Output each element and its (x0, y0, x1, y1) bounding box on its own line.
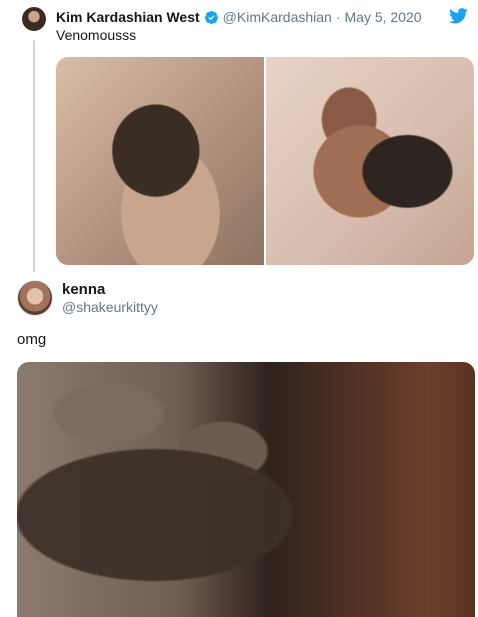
quoted-tweet-header: Kim Kardashian West @KimKardashian · May… (56, 8, 422, 26)
reply-author-handle[interactable]: @shakeurkittyy (62, 299, 158, 315)
header-separator: · (335, 9, 341, 25)
thread-connector-line (33, 40, 35, 272)
reply-author-name[interactable]: kenna (62, 281, 105, 298)
quoted-tweet-media[interactable] (56, 57, 474, 265)
media-photo[interactable] (266, 57, 474, 265)
quoted-author-avatar[interactable] (22, 7, 46, 31)
reply-media-photo[interactable] (17, 362, 475, 617)
quoted-author-handle[interactable]: @KimKardashian (223, 9, 332, 25)
verified-badge-icon (204, 10, 218, 24)
quoted-tweet-date[interactable]: May 5, 2020 (345, 9, 422, 25)
quoted-author-name[interactable]: Kim Kardashian West (56, 9, 200, 25)
twitter-bird-icon[interactable] (449, 8, 468, 24)
quoted-tweet-text: Venomousss (56, 27, 137, 43)
reply-text: omg (17, 331, 47, 348)
media-photo[interactable] (56, 57, 264, 265)
reply-author-avatar[interactable] (17, 280, 53, 316)
